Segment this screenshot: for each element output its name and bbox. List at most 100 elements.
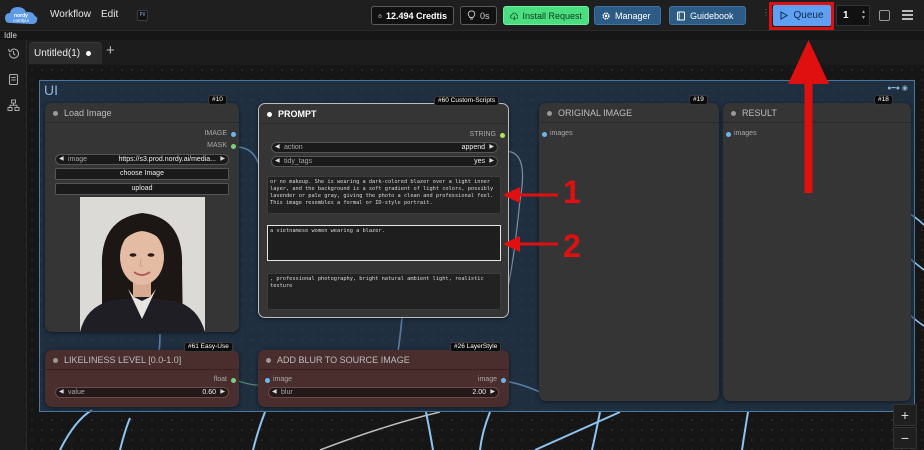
widget-value: append bbox=[461, 144, 485, 151]
image-select-widget[interactable]: ◀ image https://s3.prod.nordy.ai/media..… bbox=[55, 154, 229, 165]
node-header[interactable]: LIKELINESS LEVEL [0.0-1.0] bbox=[45, 350, 239, 370]
input-image-slot[interactable] bbox=[265, 378, 270, 383]
timer-button[interactable]: 0s bbox=[460, 6, 497, 25]
value-number-widget[interactable]: ◀ value 0.60 ▶ bbox=[55, 387, 229, 398]
document-icon[interactable] bbox=[7, 73, 20, 86]
collapse-dot-icon[interactable] bbox=[731, 111, 736, 116]
batch-count-input[interactable]: 1 ▲ ▼ bbox=[836, 5, 870, 26]
menu-workflow[interactable]: Workflow bbox=[50, 9, 91, 20]
node-header[interactable]: Load Image bbox=[45, 103, 239, 123]
zoom-out-button[interactable]: − bbox=[893, 427, 917, 449]
add-tab-icon[interactable]: + bbox=[106, 42, 115, 59]
arrow-left-icon[interactable]: ◀ bbox=[275, 143, 280, 152]
output-string-slot[interactable] bbox=[500, 133, 505, 138]
menu-edit[interactable]: Edit bbox=[101, 9, 118, 20]
collapse-dot-icon[interactable] bbox=[53, 111, 58, 116]
choose-image-button[interactable]: choose Image bbox=[55, 168, 229, 180]
arrow-left-icon[interactable]: ◀ bbox=[59, 155, 64, 164]
output-image-slot[interactable] bbox=[231, 132, 236, 137]
install-request-button[interactable]: Install Request bbox=[503, 6, 589, 25]
guidebook-button[interactable]: Guidebook bbox=[669, 6, 746, 25]
output-float-slot[interactable] bbox=[231, 378, 236, 383]
portrait-preview-image bbox=[80, 197, 205, 332]
prompt-text-field-3[interactable]: , professional photography, bright natur… bbox=[267, 273, 501, 310]
lightbulb-icon bbox=[467, 10, 476, 20]
action-select-widget[interactable]: ◀ action append ▶ bbox=[271, 142, 498, 153]
tidy-tags-select-widget[interactable]: ◀ tidy_tags yes ▶ bbox=[271, 156, 498, 167]
collapse-dot-icon[interactable] bbox=[547, 111, 552, 116]
node-header[interactable]: PROMPT bbox=[259, 104, 508, 124]
add-blur-node[interactable]: #26 LayerStyle ADD BLUR TO SOURCE IMAGE … bbox=[258, 342, 509, 407]
blur-number-widget[interactable]: ◀ blur 2.00 ▶ bbox=[268, 387, 499, 398]
model-tree-icon[interactable] bbox=[7, 99, 20, 112]
widget-value: 2.00 bbox=[472, 389, 486, 396]
collapse-dot-icon[interactable] bbox=[267, 112, 272, 117]
arrow-left-icon[interactable]: ◀ bbox=[272, 388, 277, 397]
collapse-dot-icon[interactable] bbox=[266, 358, 271, 363]
book-icon bbox=[677, 11, 685, 20]
output-string-label: STRING bbox=[469, 131, 496, 138]
collapse-dot-icon[interactable] bbox=[53, 358, 58, 363]
node-header[interactable]: ADD BLUR TO SOURCE IMAGE bbox=[258, 350, 509, 370]
timer-text: 0s bbox=[480, 10, 490, 21]
prompt-text-field-2[interactable]: a vietnamese women wearing a blazer. bbox=[267, 225, 501, 261]
credits-display[interactable]: 12.494 Credtis bbox=[371, 6, 454, 25]
drag-handle-icon[interactable]: ⋮⋮ bbox=[762, 9, 777, 21]
hamburger-menu-icon[interactable] bbox=[902, 10, 913, 20]
queue-highlight-box bbox=[769, 2, 834, 30]
tab-bar: Untitled(1) + bbox=[27, 40, 924, 65]
arrow-right-icon[interactable]: ▶ bbox=[489, 157, 494, 166]
top-toolbar: nordy comfyui Workflow Edit PV 12.494 Cr… bbox=[0, 0, 924, 31]
input-images-label: images bbox=[550, 130, 573, 137]
output-image-label: IMAGE bbox=[204, 130, 227, 137]
gear-icon bbox=[602, 11, 610, 20]
node-title: Load Image bbox=[64, 108, 112, 118]
group-link-icons[interactable]: ●━● ◉ bbox=[887, 84, 908, 92]
upload-button[interactable]: upload bbox=[55, 183, 229, 195]
manager-button[interactable]: Manager bbox=[594, 6, 661, 25]
output-image-slot[interactable] bbox=[501, 378, 506, 383]
cloud-download-icon bbox=[510, 12, 519, 20]
output-mask-slot[interactable] bbox=[231, 144, 236, 149]
prompt-text-field-1[interactable]: or no makeup. She is wearing a dark-colo… bbox=[267, 176, 501, 214]
zoom-in-button[interactable]: + bbox=[893, 404, 917, 426]
input-images-slot[interactable] bbox=[542, 132, 547, 137]
arrow-right-icon[interactable]: ▶ bbox=[489, 143, 494, 152]
history-icon[interactable] bbox=[7, 47, 20, 60]
tab-untitled[interactable]: Untitled(1) bbox=[29, 42, 102, 64]
stopwatch-icon bbox=[378, 13, 382, 18]
prompt-node[interactable]: #60 Custom-Scripts PROMPT STRING ◀ actio… bbox=[258, 96, 509, 318]
manager-label: Manager bbox=[615, 10, 651, 21]
tab-label: Untitled(1) bbox=[34, 48, 81, 59]
widget-value: 0.60 bbox=[202, 389, 216, 396]
widget-label: image bbox=[68, 156, 88, 163]
nordy-logo[interactable]: nordy comfyui bbox=[4, 3, 38, 27]
node-header[interactable]: ORIGINAL IMAGE bbox=[539, 103, 719, 123]
auto-queue-checkbox[interactable] bbox=[879, 10, 890, 21]
widget-label: value bbox=[68, 389, 85, 396]
svg-text:comfyui: comfyui bbox=[13, 18, 29, 23]
pv-badge[interactable]: PV bbox=[137, 10, 148, 21]
annotation-number-2: 2 bbox=[563, 228, 581, 264]
annotation-number-1: 1 bbox=[563, 174, 581, 210]
node-header[interactable]: RESULT bbox=[723, 103, 911, 123]
input-images-slot[interactable] bbox=[726, 132, 731, 137]
batch-spinner-icon[interactable]: ▲ ▼ bbox=[861, 9, 866, 21]
group-title: UI bbox=[44, 82, 58, 98]
arrow-right-icon[interactable]: ▶ bbox=[220, 155, 225, 164]
node-title: ORIGINAL IMAGE bbox=[558, 108, 633, 118]
credits-text: 12.494 Credtis bbox=[385, 10, 447, 21]
output-float-label: float bbox=[213, 376, 227, 383]
widget-value: yes bbox=[474, 158, 485, 165]
input-images-label: images bbox=[734, 130, 757, 137]
unsaved-dot-icon bbox=[86, 51, 92, 56]
node-title: LIKELINESS LEVEL [0.0-1.0] bbox=[64, 355, 182, 365]
app-root: nordy comfyui Workflow Edit PV 12.494 Cr… bbox=[0, 0, 924, 450]
likeliness-level-node[interactable]: #61 Easy-Use LIKELINESS LEVEL [0.0-1.0] … bbox=[45, 342, 239, 407]
result-node[interactable]: #18 RESULT images bbox=[723, 95, 911, 401]
arrow-right-icon[interactable]: ▶ bbox=[490, 388, 495, 397]
arrow-left-icon[interactable]: ◀ bbox=[59, 388, 64, 397]
arrow-left-icon[interactable]: ◀ bbox=[275, 157, 280, 166]
guidebook-label: Guidebook bbox=[690, 10, 734, 21]
arrow-right-icon[interactable]: ▶ bbox=[220, 388, 225, 397]
